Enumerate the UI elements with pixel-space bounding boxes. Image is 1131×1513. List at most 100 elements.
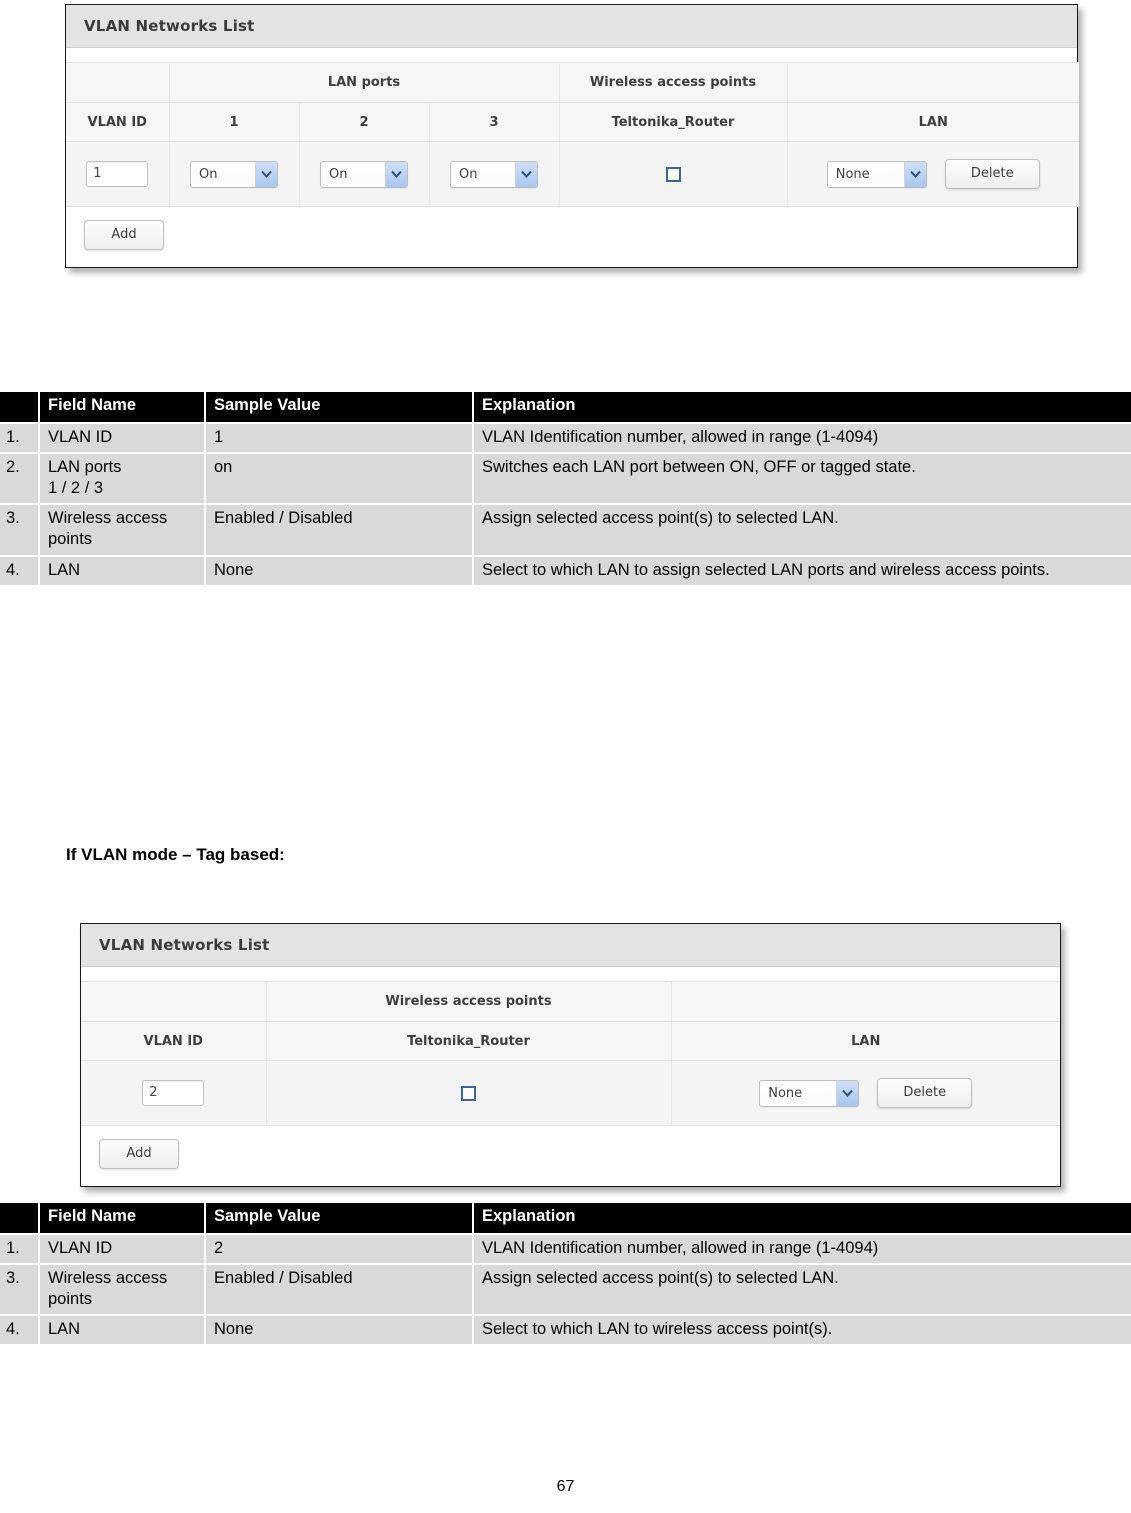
column-header-lan: LAN <box>671 1021 1060 1061</box>
port-1-select-value: On <box>199 166 218 182</box>
lan-select[interactable]: None <box>759 1079 860 1107</box>
vlan-id-cell: 2 <box>81 1060 267 1126</box>
cell-explanation: VLAN Identification number, allowed in r… <box>474 1235 1131 1264</box>
cell-field-name: VLAN ID <box>40 424 204 453</box>
port-2-cell: On <box>299 141 430 207</box>
table-row: 2 None Delete <box>81 1060 1061 1126</box>
lan-controls: None Delete <box>788 159 1080 189</box>
wireless-ap-checkbox[interactable] <box>461 1085 476 1101</box>
group-header-wireless-access-points: Wireless access points <box>266 981 672 1022</box>
cell-sample-value: Enabled / Disabled <box>206 1265 472 1315</box>
cell-explanation: Select to which LAN to assign selected L… <box>474 556 1131 585</box>
port-3-select-value: On <box>459 166 478 182</box>
group-header-wireless-access-points: Wireless access points <box>559 62 788 103</box>
wireless-ap-checkbox[interactable] <box>665 166 681 182</box>
group-header-blank-right <box>671 981 1060 1022</box>
table-row: 3. Wireless access points Enabled / Disa… <box>0 1265 1131 1315</box>
header-index <box>0 1203 38 1233</box>
lan-controls: None Delete <box>672 1078 1061 1108</box>
header-explanation: Explanation <box>474 392 1131 422</box>
cell-index: 3. <box>0 1265 38 1315</box>
cell-sample-value: None <box>206 1316 472 1345</box>
cell-sample-value: None <box>206 556 472 585</box>
group-header-blank-left <box>66 62 170 103</box>
group-header-row: LAN ports Wireless access points <box>66 62 1079 103</box>
header-explanation: Explanation <box>474 1203 1131 1233</box>
header-field-name: Field Name <box>40 392 204 422</box>
chevron-down-icon <box>515 161 537 187</box>
wireless-ap-cell <box>266 1060 672 1126</box>
group-header-lan-ports: LAN ports <box>169 62 560 103</box>
add-button[interactable]: Add <box>84 220 164 250</box>
cell-sample-value: on <box>206 454 472 504</box>
chevron-down-icon <box>255 161 277 187</box>
lan-select[interactable]: None <box>826 160 927 188</box>
widget-title-tag-based: VLAN Networks List <box>81 924 1060 967</box>
table-row: 1. VLAN ID 2 VLAN Identification number,… <box>0 1235 1131 1264</box>
column-header-port-2: 2 <box>299 102 430 142</box>
cell-sample-value: Enabled / Disabled <box>206 505 472 555</box>
lan-select-value: None <box>835 166 870 182</box>
column-header-port-1: 1 <box>169 102 300 142</box>
cell-sample-value: 2 <box>206 1235 472 1264</box>
vlan-table-port-based: LAN ports Wireless access points VLAN ID… <box>66 62 1079 207</box>
cell-field-name: Wireless access points <box>40 1265 204 1315</box>
wireless-ap-cell <box>559 141 788 207</box>
cell-index: 3. <box>0 505 38 555</box>
cell-explanation: Switches each LAN port between ON, OFF o… <box>474 454 1131 504</box>
field-table-port-based: Field Name Sample Value Explanation 1. V… <box>0 390 1131 587</box>
cell-field-name: LAN <box>40 556 204 585</box>
header-field-name: Field Name <box>40 1203 204 1233</box>
table-row: 1 On On On None Delete <box>66 141 1080 207</box>
column-header-ap-name: Teltonika_Router <box>559 102 788 142</box>
page-number: 67 <box>556 1478 575 1495</box>
widget-footer-tag-based: Add <box>81 1126 1060 1186</box>
vlan-id-input[interactable]: 1 <box>86 161 149 187</box>
cell-field-name: LAN ports 1 / 2 / 3 <box>40 454 204 504</box>
group-header-blank-left <box>81 981 267 1022</box>
table-row: 4. LAN None Select to which LAN to assig… <box>0 556 1131 585</box>
vlan-id-input[interactable]: 2 <box>142 1080 205 1106</box>
port-3-cell: On <box>429 141 560 207</box>
port-2-select[interactable]: On <box>320 160 408 188</box>
chevron-down-icon <box>385 161 407 187</box>
delete-button[interactable]: Delete <box>877 1078 973 1108</box>
cell-index: 4. <box>0 1316 38 1345</box>
header-sample-value: Sample Value <box>206 392 472 422</box>
cell-index: 1. <box>0 1235 38 1264</box>
table-header-row: Field Name Sample Value Explanation <box>0 1203 1131 1233</box>
header-index <box>0 392 38 422</box>
port-3-select[interactable]: On <box>450 160 538 188</box>
vlan-table-tag-based: Wireless access points VLAN ID Teltonika… <box>81 981 1060 1126</box>
table-row: 3. Wireless access points Enabled / Disa… <box>0 505 1131 555</box>
section-heading-tag-based: If VLAN mode – Tag based: <box>66 845 285 864</box>
cell-index: 4. <box>0 556 38 585</box>
cell-field-name: LAN <box>40 1316 204 1345</box>
table-row: 1. VLAN ID 1 VLAN Identification number,… <box>0 424 1131 453</box>
lan-select-value: None <box>768 1085 803 1101</box>
group-header-blank-right <box>787 62 1079 103</box>
lan-cell: None Delete <box>671 1060 1061 1126</box>
cell-field-name: VLAN ID <box>40 1235 204 1264</box>
cell-index: 2. <box>0 454 38 504</box>
column-header-vlan-id: VLAN ID <box>81 1021 267 1061</box>
cell-explanation: Assign selected access point(s) to selec… <box>474 505 1131 555</box>
header-sample-value: Sample Value <box>206 1203 472 1233</box>
port-1-select[interactable]: On <box>190 160 278 188</box>
lan-cell: None Delete <box>787 141 1080 207</box>
port-2-select-value: On <box>329 166 348 182</box>
table-row: 4. LAN None Select to which LAN to wirel… <box>0 1316 1131 1345</box>
column-header-port-3: 3 <box>429 102 560 142</box>
vlan-networks-list-widget-tag-based: VLAN Networks List Wireless access point… <box>80 923 1061 1187</box>
port-1-cell: On <box>169 141 300 207</box>
table-row: 2. LAN ports 1 / 2 / 3 on Switches each … <box>0 454 1131 504</box>
add-button[interactable]: Add <box>99 1139 179 1169</box>
widget-spacer <box>81 967 1060 981</box>
widget-spacer <box>66 48 1077 62</box>
table-header-row: Field Name Sample Value Explanation <box>0 392 1131 422</box>
field-table-tag-based: Field Name Sample Value Explanation 1. V… <box>0 1201 1131 1346</box>
delete-button[interactable]: Delete <box>944 159 1040 189</box>
vlan-networks-list-widget-port-based: VLAN Networks List LAN ports Wireless ac… <box>65 4 1079 268</box>
group-header-row: Wireless access points <box>81 981 1060 1022</box>
column-header-ap-name: Teltonika_Router <box>266 1021 672 1061</box>
